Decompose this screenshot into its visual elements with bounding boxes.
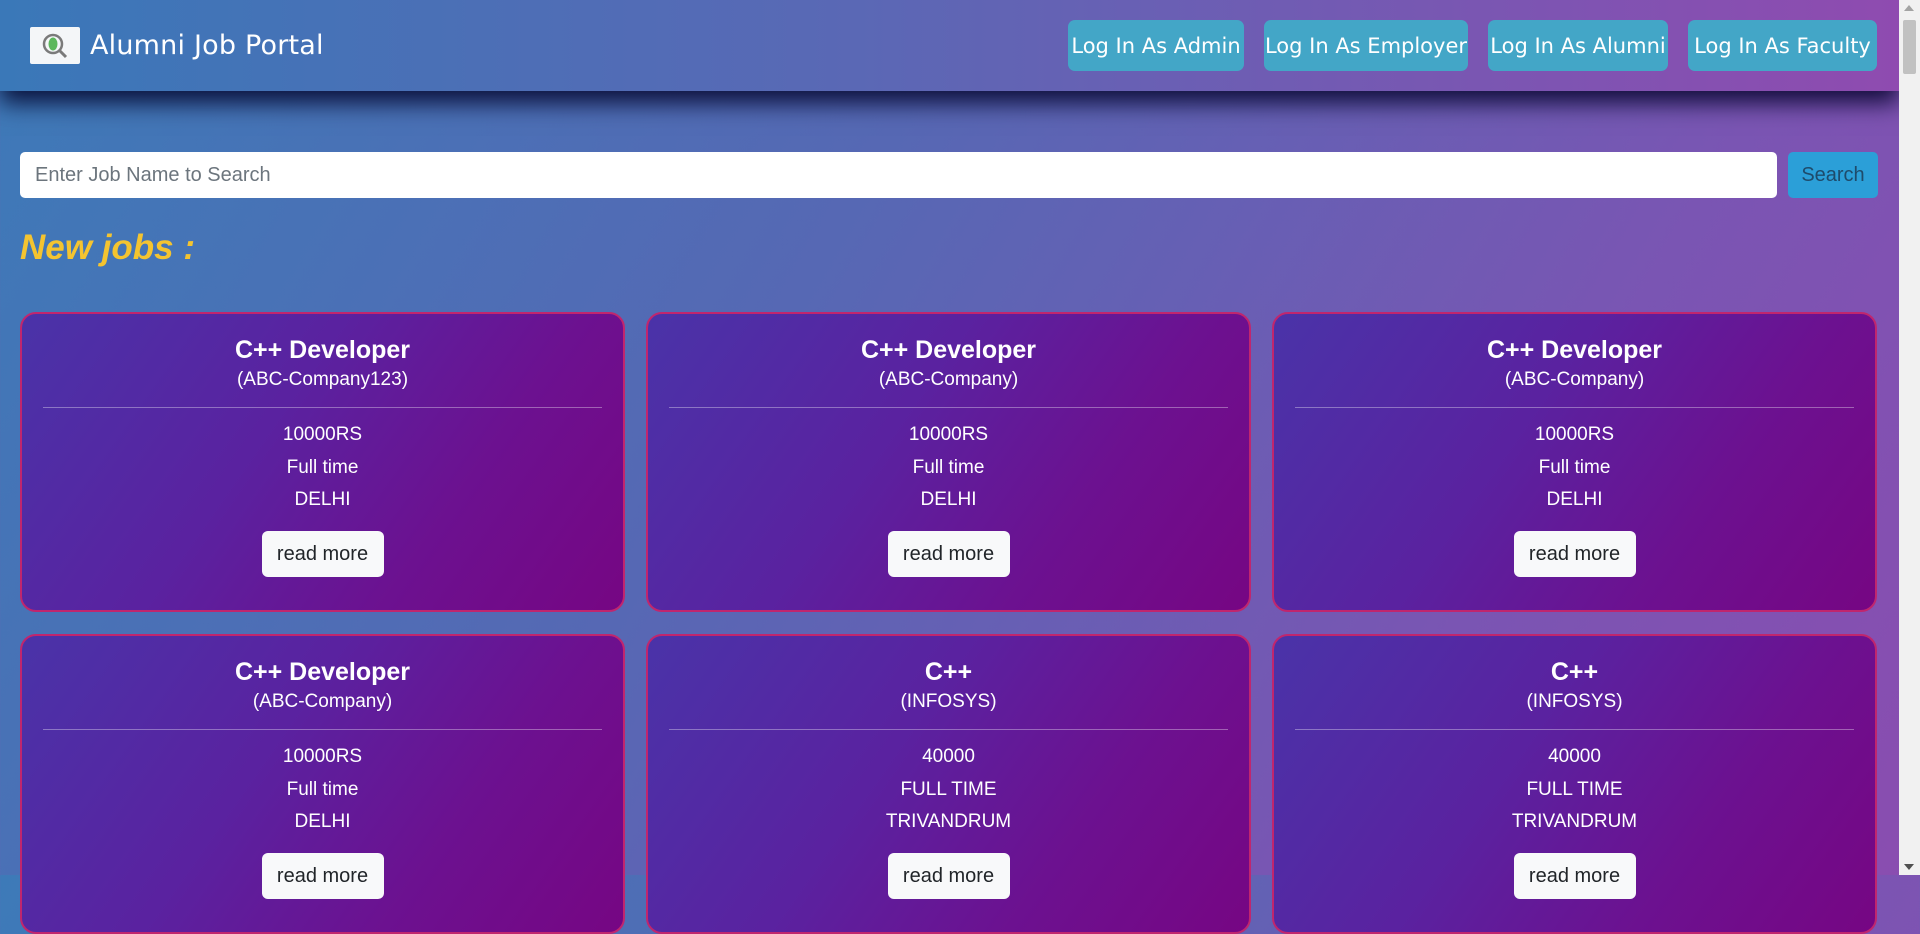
read-more-button[interactable]: read more [261,530,384,577]
job-company: (ABC-Company) [252,691,393,712]
job-salary: 10000RS [282,746,363,767]
login-employer-button[interactable]: Log In As Employer [1264,20,1468,71]
job-company: (ABC-Company123) [236,369,409,390]
job-location: DELHI [920,489,977,510]
card-divider [669,407,1228,408]
job-card: C++ Developer (ABC-Company) 10000RS Full ti… [1272,312,1877,612]
job-location: TRIVANDRUM [885,811,1012,832]
job-title: C++ [1550,658,1599,686]
search-button[interactable]: Search [1788,152,1878,198]
job-card: C++ Developer (ABC-Company) 10000RS Full ti… [646,312,1251,612]
job-card: C++ (INFOSYS) 40000 FULL TIME TRIVANDRUM read… [646,634,1251,934]
brand-title: Alumni Job Portal [90,30,324,61]
logo-icon [30,27,80,64]
card-divider [43,729,602,730]
job-card: C++ (INFOSYS) 40000 FULL TIME TRIVANDRUM read… [1272,634,1877,934]
job-location: TRIVANDRUM [1511,811,1638,832]
job-salary: 10000RS [908,424,989,445]
job-card: C++ Developer (ABC-Company123) 10000RS Full… [20,312,625,612]
job-salary: 10000RS [282,424,363,445]
search-input[interactable] [20,152,1777,198]
scroll-up-icon[interactable] [1904,5,1914,11]
read-more-button[interactable]: read more [887,852,1010,899]
job-company: (INFOSYS) [900,691,997,712]
job-type: Full time [912,456,985,478]
job-title: C++ Developer [1486,336,1663,364]
login-admin-button[interactable]: Log In As Admin [1068,20,1244,71]
scroll-thumb[interactable] [1903,20,1916,74]
scrollbar[interactable] [1899,0,1920,875]
scroll-down-icon[interactable] [1904,864,1914,870]
job-title: C++ [924,658,973,686]
job-type: FULL TIME [900,778,997,800]
login-alumni-button[interactable]: Log In As Alumni [1488,20,1668,71]
job-type: Full time [286,456,359,478]
job-salary: 40000 [922,746,975,767]
read-more-button[interactable]: read more [261,852,384,899]
read-more-button[interactable]: read more [1513,530,1636,577]
job-type: Full time [286,778,359,800]
card-divider [43,407,602,408]
login-faculty-button[interactable]: Log In As Faculty [1688,20,1877,71]
job-company: (ABC-Company) [878,369,1019,390]
job-location: DELHI [1546,489,1603,510]
navbar: Alumni Job Portal Log In As Admin Log In… [0,0,1899,91]
job-card: C++ Developer (ABC-Company) 10000RS Full ti… [20,634,625,934]
read-more-button[interactable]: read more [887,530,1010,577]
card-divider [1295,729,1854,730]
job-type: FULL TIME [1526,778,1623,800]
job-company: (INFOSYS) [1526,691,1623,712]
job-title: C++ Developer [860,336,1037,364]
job-salary: 10000RS [1534,424,1615,445]
card-divider [669,729,1228,730]
job-company: (ABC-Company) [1504,369,1645,390]
job-title: C++ Developer [234,658,411,686]
read-more-button[interactable]: read more [1513,852,1636,899]
brand[interactable]: Alumni Job Portal [30,27,324,64]
job-title: C++ Developer [234,336,411,364]
card-divider [1295,407,1854,408]
job-salary: 40000 [1548,746,1601,767]
section-title: New jobs : [20,228,196,267]
job-location: DELHI [294,811,351,832]
job-type: Full time [1538,456,1611,478]
job-location: DELHI [294,489,351,510]
